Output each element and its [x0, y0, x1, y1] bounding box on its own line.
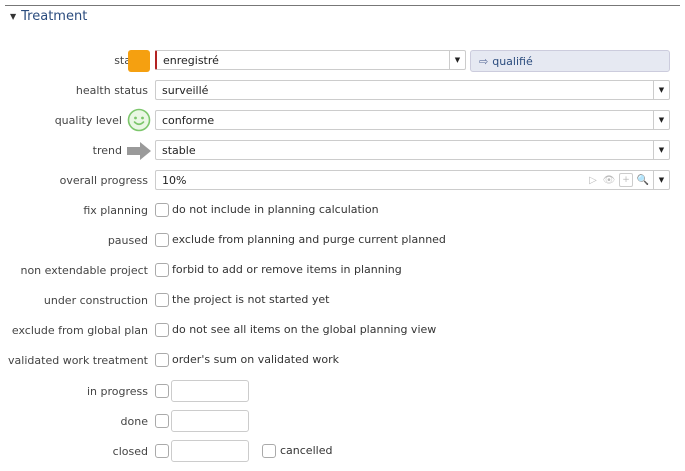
transition-icon: ⇨ — [479, 54, 489, 68]
non-extendable-project-text: forbid to add or remove items in plannin… — [172, 263, 402, 276]
eye-icon[interactable]: 👁 — [603, 174, 616, 186]
trend-value: stable — [162, 144, 196, 157]
trend-row: trend stable ▼ — [0, 140, 685, 162]
under-construction-checkbox[interactable] — [155, 293, 169, 307]
validated-work-treatment-text: order's sum on validated work — [172, 353, 339, 366]
exclude-from-global-plan-row: exclude from global plan do not see all … — [0, 320, 685, 342]
closed-row: closed cancelled — [0, 440, 685, 463]
trend-label: trend — [92, 144, 122, 157]
cancelled-checkbox[interactable] — [262, 444, 276, 458]
validated-work-treatment-label: validated work treatment — [8, 354, 148, 367]
health-status-value: surveillé — [162, 84, 209, 97]
under-construction-text: the project is not started yet — [172, 293, 330, 306]
done-date-input[interactable] — [171, 410, 249, 432]
health-status-select[interactable]: surveillé ▼ — [155, 80, 670, 100]
closed-date-input[interactable] — [171, 440, 249, 462]
done-label: done — [120, 415, 148, 428]
fix-planning-text: do not include in planning calculation — [172, 203, 379, 216]
overall-progress-row: overall progress 10% ▷ 👁 + 🔍 ▼ — [0, 170, 685, 192]
closed-checkbox[interactable] — [155, 444, 169, 458]
chevron-down-icon[interactable]: ▼ — [653, 141, 669, 159]
under-construction-row: under construction the project is not st… — [0, 290, 685, 312]
done-row: done — [0, 410, 685, 433]
paused-checkbox[interactable] — [155, 233, 169, 247]
next-status-label: qualifié — [492, 54, 533, 68]
validated-work-treatment-checkbox[interactable] — [155, 353, 169, 367]
add-icon[interactable]: + — [619, 173, 633, 187]
paused-row: paused exclude from planning and purge c… — [0, 230, 685, 252]
done-checkbox[interactable] — [155, 414, 169, 428]
fix-planning-checkbox[interactable] — [155, 203, 169, 217]
section-title: Treatment — [21, 9, 88, 24]
smiley-icon — [127, 108, 151, 132]
non-extendable-project-label: non extendable project — [20, 264, 148, 277]
trend-select[interactable]: stable ▼ — [155, 140, 670, 160]
paused-text: exclude from planning and purge current … — [172, 233, 446, 246]
search-icon[interactable]: 🔍 — [637, 174, 649, 186]
status-select[interactable]: enregistré ▼ — [155, 50, 466, 70]
closed-label: closed — [112, 445, 148, 458]
play-icon[interactable]: ▷ — [587, 174, 599, 186]
overall-progress-select[interactable]: 10% ▷ 👁 + 🔍 ▼ — [155, 170, 670, 190]
cancelled-label: cancelled — [280, 444, 333, 457]
exclude-from-global-plan-text: do not see all items on the global plann… — [172, 323, 437, 336]
next-status-button[interactable]: ⇨ qualifié — [470, 50, 670, 72]
health-status-label: health status — [75, 84, 148, 97]
status-color-swatch — [128, 50, 150, 72]
quality-level-value: conforme — [162, 114, 215, 127]
in-progress-checkbox[interactable] — [155, 384, 169, 398]
exclude-from-global-plan-label: exclude from global plan — [11, 324, 148, 337]
overall-progress-value: 10% — [162, 174, 187, 187]
in-progress-row: in progress — [0, 380, 685, 403]
non-extendable-project-checkbox[interactable] — [155, 263, 169, 277]
non-extendable-project-row: non extendable project forbid to add or … — [0, 260, 685, 282]
status-value: enregistré — [163, 54, 219, 67]
validated-work-treatment-row: validated work treatment order's sum on … — [0, 350, 685, 372]
chevron-down-icon[interactable]: ▼ — [653, 171, 669, 189]
chevron-down-icon[interactable]: ▼ — [449, 51, 465, 69]
paused-label: paused — [107, 234, 148, 247]
quality-level-label: quality level — [54, 114, 122, 127]
arrow-right-icon — [127, 142, 151, 160]
quality-level-select[interactable]: conforme ▼ — [155, 110, 670, 130]
status-row: status enregistré ▼ ⇨ qualifié — [0, 50, 685, 72]
chevron-down-icon[interactable]: ▼ — [653, 111, 669, 129]
exclude-from-global-plan-checkbox[interactable] — [155, 323, 169, 337]
chevron-down-icon[interactable]: ▼ — [653, 81, 669, 99]
section-divider — [5, 5, 680, 6]
overall-progress-label: overall progress — [59, 174, 148, 187]
section-header[interactable]: ▼ Treatment — [10, 9, 87, 24]
in-progress-date-input[interactable] — [171, 380, 249, 402]
collapse-triangle-icon[interactable]: ▼ — [10, 12, 16, 21]
fix-planning-row: fix planning do not include in planning … — [0, 200, 685, 222]
under-construction-label: under construction — [43, 294, 148, 307]
in-progress-label: in progress — [86, 385, 148, 398]
quality-level-row: quality level conforme ▼ — [0, 108, 685, 132]
progress-toolbar: ▷ 👁 + 🔍 — [587, 173, 649, 187]
fix-planning-label: fix planning — [83, 204, 148, 217]
health-status-row: health status surveillé ▼ — [0, 80, 685, 102]
